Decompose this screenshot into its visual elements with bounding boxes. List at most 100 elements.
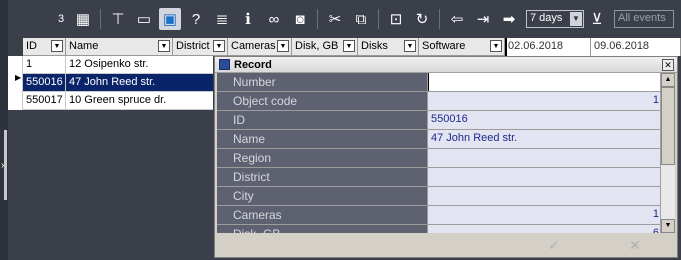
chevron-down-icon[interactable]: ▼ [213,40,225,52]
toolbar-separator [439,9,440,29]
toolbar-separator [317,9,318,29]
forward-icon[interactable]: ➡ [498,8,520,30]
cell-name[interactable]: 10 Green spruce dr. [66,92,213,109]
cut-icon[interactable]: ✂ [324,8,346,30]
field-label: Cameras [217,206,428,224]
import-icon[interactable]: ⊡ [385,8,407,30]
field-label: Region [217,149,428,167]
help-icon[interactable]: ? [185,8,207,30]
ok-button[interactable]: ✓ [548,237,560,254]
record-icon[interactable]: ▣ [159,8,181,30]
cell-name[interactable]: 47 John Reed str. [66,74,213,91]
column-header-date-1[interactable]: 02.06.2018 [505,38,591,56]
dialog-scrollbar[interactable]: ▲ ▼ [660,73,675,233]
scroll-thumb[interactable] [661,87,675,165]
record-dialog: Record ✕ Number Object code 1 ID 550016 … [214,56,678,258]
filter-icon[interactable]: ⊤ [107,8,129,30]
close-icon[interactable]: ✕ [662,59,674,71]
column-header-cameras[interactable]: Cameras ▼ [228,38,292,56]
card-icon[interactable]: ▭ [133,8,155,30]
column-resize-handle[interactable] [505,38,507,56]
field-label: Disk, GB [217,225,428,233]
table-icon[interactable]: ▦ [72,8,94,30]
chevron-down-icon[interactable]: ▼ [51,40,63,52]
period-select-value: 7 days [530,12,563,24]
city-field[interactable] [428,187,662,205]
column-header-name[interactable]: Name ▼ [66,38,173,56]
end-icon[interactable]: ⇥ [472,8,494,30]
disk-gb-field[interactable]: 6 [428,225,662,233]
column-header-district[interactable]: District ▼ [173,38,228,56]
field-row: Disk, GB 6 [217,225,662,233]
field-label: City [217,187,428,205]
column-header-date-2[interactable]: 09.06.2018 [591,38,681,56]
list-icon[interactable]: ≣ [211,8,233,30]
column-header-id[interactable]: ID ▼ [23,38,66,56]
id-field[interactable]: 550016 [428,111,662,129]
name-field[interactable]: 47 John Reed str. [428,130,662,148]
field-row: Region [217,149,662,168]
table-row[interactable]: 550017 10 Green spruce dr. [23,92,213,110]
left-splitter[interactable] [4,130,7,200]
field-row: District [217,168,662,187]
column-header-disks[interactable]: Disks ▼ [358,38,419,56]
table-row-selected[interactable]: 550016 47 John Reed str. [23,74,213,92]
info-icon[interactable]: ℹ [237,8,259,30]
chevron-down-icon[interactable]: ▼ [570,12,582,26]
toolbar: 3 ▦ ⊤ ▭ ▣ ? ≣ ℹ ∞ ◙ ✂ ⧉ ⊡ ↻ ⇦ ⇥ ➡ 7 days… [8,0,681,38]
toolbar-separator [100,9,101,29]
link-icon[interactable]: ∞ [263,8,285,30]
record-fields: Number Object code 1 ID 550016 Name 47 J… [217,73,662,233]
calendar-filter-icon[interactable]: ⊻ [586,8,608,30]
export-icon[interactable]: ⧉ [350,8,372,30]
record-count: 3 [58,13,65,25]
dialog-title-bar[interactable]: Record [215,57,677,73]
current-row-indicator-icon: ▶ [15,73,22,82]
dialog-title: Record [234,58,272,71]
district-field[interactable] [428,168,662,186]
camera-icon[interactable]: ◙ [289,8,311,30]
chevron-down-icon[interactable]: ▼ [343,40,355,52]
expand-arrow-icon[interactable]: › [1,160,4,171]
column-header-software[interactable]: Software ▼ [419,38,505,56]
cell-id[interactable]: 1 [23,56,66,73]
field-row: Cameras 1 [217,206,662,225]
field-label: ID [217,111,428,129]
table-body: 1 12 Osipenko str. 550016 47 John Reed s… [23,56,213,110]
field-row: Number [217,73,662,92]
cameras-field[interactable]: 1 [428,206,662,224]
app-window: › 3 ▦ ⊤ ▭ ▣ ? ≣ ℹ ∞ ◙ ✂ ⧉ ⊡ ↻ ⇦ ⇥ ➡ 7 da… [0,0,681,260]
field-row: Object code 1 [217,92,662,111]
field-label: Object code [217,92,428,110]
toolbar-separator [378,9,379,29]
left-panel-strip: › [0,0,8,260]
cell-id[interactable]: 550016 [23,74,66,91]
field-label: District [217,168,428,186]
scroll-up-icon[interactable]: ▲ [661,73,675,87]
dialog-footer: ✓ ✕ [215,233,677,257]
row-header-column [8,56,23,110]
cell-name[interactable]: 12 Osipenko str. [66,56,213,73]
cell-id[interactable]: 550017 [23,92,66,109]
refresh-icon[interactable]: ↻ [411,8,433,30]
back-icon[interactable]: ⇦ [446,8,468,30]
record-window-icon [219,59,230,70]
chevron-down-icon[interactable]: ▼ [490,40,502,52]
all-events-field[interactable]: All events [614,10,674,28]
table-row[interactable]: 1 12 Osipenko str. [23,56,213,74]
field-row: City [217,187,662,206]
chevron-down-icon[interactable]: ▼ [277,40,289,52]
cancel-button[interactable]: ✕ [629,237,641,254]
object-code-field[interactable]: 1 [428,92,662,110]
field-label: Number [217,73,428,91]
field-row: Name 47 John Reed str. [217,130,662,149]
column-header-disk-gb[interactable]: Disk, GB ▼ [292,38,358,56]
table-header: ID ▼ Name ▼ District ▼ Cameras ▼ Disk, GB ▼ D… [23,38,681,56]
region-field[interactable] [428,149,662,167]
scroll-down-icon[interactable]: ▼ [661,219,675,233]
period-select[interactable]: 7 days ▼ [526,10,584,28]
number-input[interactable] [428,73,662,91]
field-label: Name [217,130,428,148]
chevron-down-icon[interactable]: ▼ [404,40,416,52]
chevron-down-icon[interactable]: ▼ [158,40,170,52]
